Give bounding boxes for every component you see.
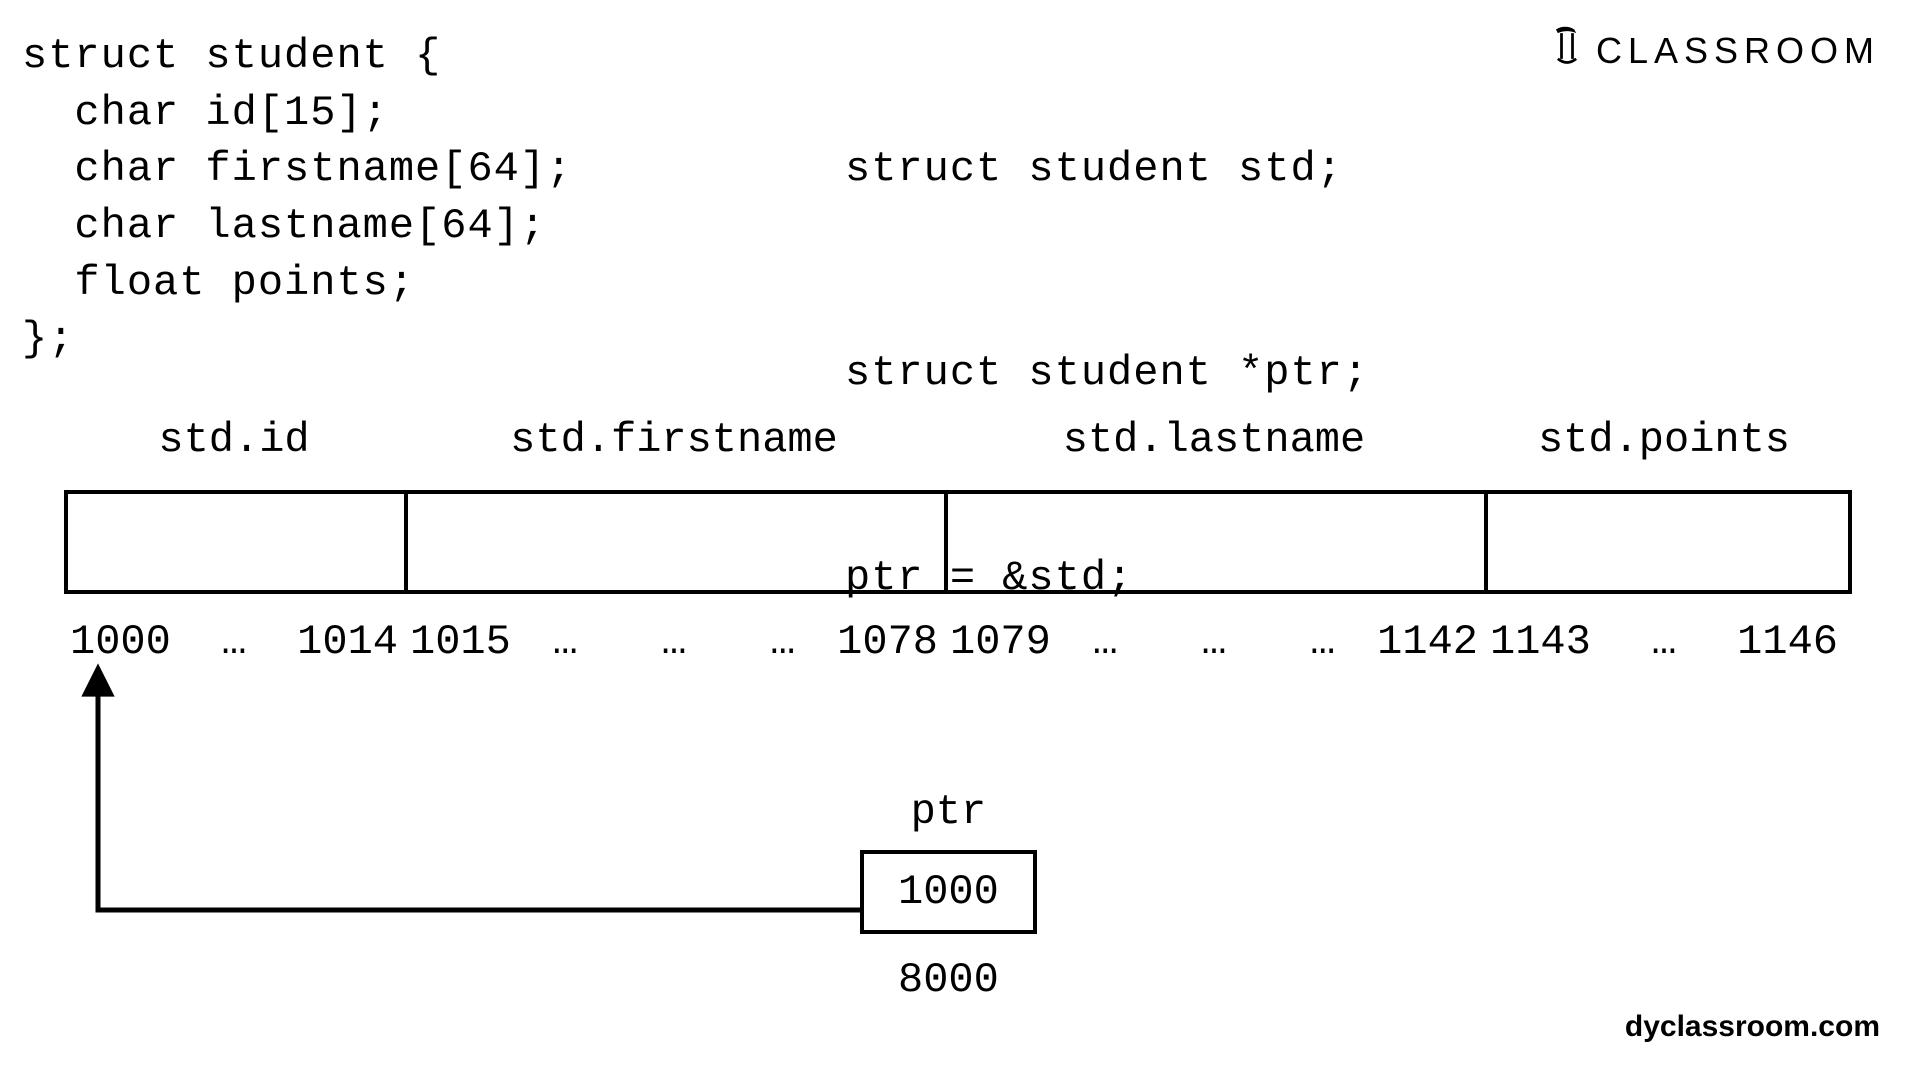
ellipsis-icon: …: [728, 618, 837, 666]
brand-text: CLASSROOM: [1596, 30, 1880, 72]
usage-code: struct student std; struct student *ptr;…: [845, 28, 1369, 697]
ellipsis-icon: …: [620, 618, 729, 666]
memory-cell-id: [68, 494, 408, 590]
brand-icon: [1548, 24, 1586, 77]
addr-start: 1000: [70, 618, 171, 666]
pointer-diagram: ptr 1000 8000: [860, 788, 1037, 1004]
field-label-firstname: std.firstname: [404, 416, 944, 464]
addr-end: 1146: [1737, 618, 1838, 666]
struct-definition-code: struct student { char id[15]; char first…: [22, 28, 572, 368]
memory-cell-lastname: [948, 494, 1488, 590]
field-label-lastname: std.lastname: [944, 416, 1484, 464]
code-line: struct student *ptr;: [845, 345, 1369, 402]
addr-segment-points: 1143 … 1146: [1484, 618, 1844, 666]
ellipsis-icon: …: [1268, 618, 1377, 666]
addr-end: 1014: [297, 618, 398, 666]
memory-addresses: 1000 … 1014 1015 … … … 1078 1079 … … … 1…: [64, 618, 1844, 666]
code-line: struct student std;: [845, 141, 1369, 198]
pointer-name: ptr: [860, 788, 1037, 836]
brand-logo: CLASSROOM: [1548, 24, 1880, 77]
addr-segment-firstname: 1015 … … … 1078: [404, 618, 944, 666]
addr-start: 1015: [410, 618, 511, 666]
ellipsis-icon: …: [511, 618, 620, 666]
field-label-id: std.id: [64, 416, 404, 464]
field-label-points: std.points: [1484, 416, 1844, 464]
pointer-value-box: 1000: [860, 850, 1037, 934]
addr-end: 1078: [837, 618, 938, 666]
ellipsis-icon: …: [1160, 618, 1269, 666]
pointer-address: 8000: [860, 956, 1037, 1004]
memory-field-labels: std.id std.firstname std.lastname std.po…: [64, 416, 1844, 464]
ellipsis-icon: …: [1051, 618, 1160, 666]
footer-credit: dyclassroom.com: [1625, 1010, 1880, 1044]
ellipsis-icon: …: [1591, 618, 1737, 666]
addr-end: 1142: [1377, 618, 1478, 666]
memory-layout: [64, 490, 1852, 594]
addr-segment-id: 1000 … 1014: [64, 618, 404, 666]
addr-segment-lastname: 1079 … … … 1142: [944, 618, 1484, 666]
addr-start: 1079: [950, 618, 1051, 666]
memory-cell-firstname: [408, 494, 948, 590]
addr-start: 1143: [1490, 618, 1591, 666]
ellipsis-icon: …: [171, 618, 297, 666]
pointer-arrow-icon: [74, 670, 874, 930]
memory-cell-points: [1488, 494, 1848, 590]
